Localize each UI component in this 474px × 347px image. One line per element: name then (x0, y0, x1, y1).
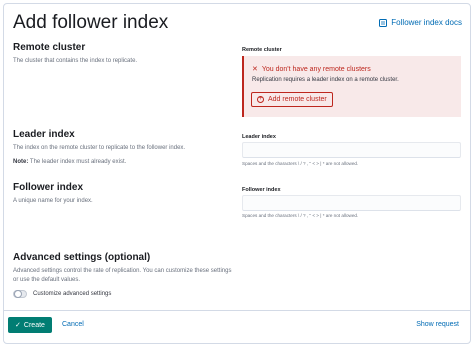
leader-index-note: Note: The leader index must already exis… (13, 158, 235, 167)
follower-index-description: A unique name for your index. (13, 198, 93, 204)
follower-index-title: Follower index (13, 182, 84, 193)
leader-index-title: Leader index (13, 129, 75, 140)
plus-in-circle-icon: + (257, 96, 264, 103)
docs-link-label: Follower index docs (391, 18, 462, 27)
cancel-button[interactable]: Cancel (62, 321, 84, 328)
remote-cluster-field-label: Remote cluster (242, 47, 282, 53)
no-remote-clusters-callout: ✕ You don't have any remote clusters Rep… (242, 56, 461, 117)
show-request-link[interactable]: Show request (416, 321, 459, 328)
create-button-label: Create (23, 321, 45, 329)
follower-index-help-text: Spaces and the characters \ / ? , " < > … (242, 213, 359, 218)
follower-index-input[interactable] (242, 195, 461, 211)
leader-index-input[interactable] (242, 142, 461, 158)
callout-title: ✕ You don't have any remote clusters (252, 65, 371, 74)
remote-cluster-title: Remote cluster (13, 42, 86, 53)
advanced-settings-toggle[interactable] (13, 290, 27, 298)
callout-text: Replication requires a leader index on a… (252, 77, 399, 83)
check-icon: ✓ (15, 322, 21, 329)
leader-index-field-label: Leader index (242, 134, 276, 140)
callout-title-text: You don't have any remote clusters (261, 65, 371, 73)
advanced-settings-description: Advanced settings control the rate of re… (13, 268, 232, 283)
leader-index-help-text: Spaces and the characters \ / ? , " < > … (242, 161, 359, 166)
advanced-settings-title: Advanced settings (optional) (13, 252, 151, 263)
page-title: Add follower index (13, 12, 169, 33)
follower-index-field-label: Follower index (242, 187, 281, 193)
note-text: The leader index must already exist. (29, 159, 127, 165)
remote-cluster-description: The cluster that contains the index to r… (13, 58, 138, 64)
toggle-knob (14, 290, 22, 298)
add-remote-cluster-button[interactable]: + Add remote cluster (251, 92, 333, 107)
error-icon: ✕ (252, 66, 258, 73)
footer-divider (3, 310, 471, 311)
leader-index-description: The index on the remote cluster to repli… (13, 145, 186, 151)
add-remote-cluster-label: Add remote cluster (268, 96, 327, 103)
advanced-settings-toggle-label[interactable]: Customize advanced settings (33, 291, 111, 297)
note-label: Note: (13, 159, 29, 165)
follower-index-docs-link[interactable]: Follower index docs (379, 18, 462, 27)
create-button[interactable]: ✓ Create (8, 317, 52, 333)
document-icon (379, 18, 388, 27)
